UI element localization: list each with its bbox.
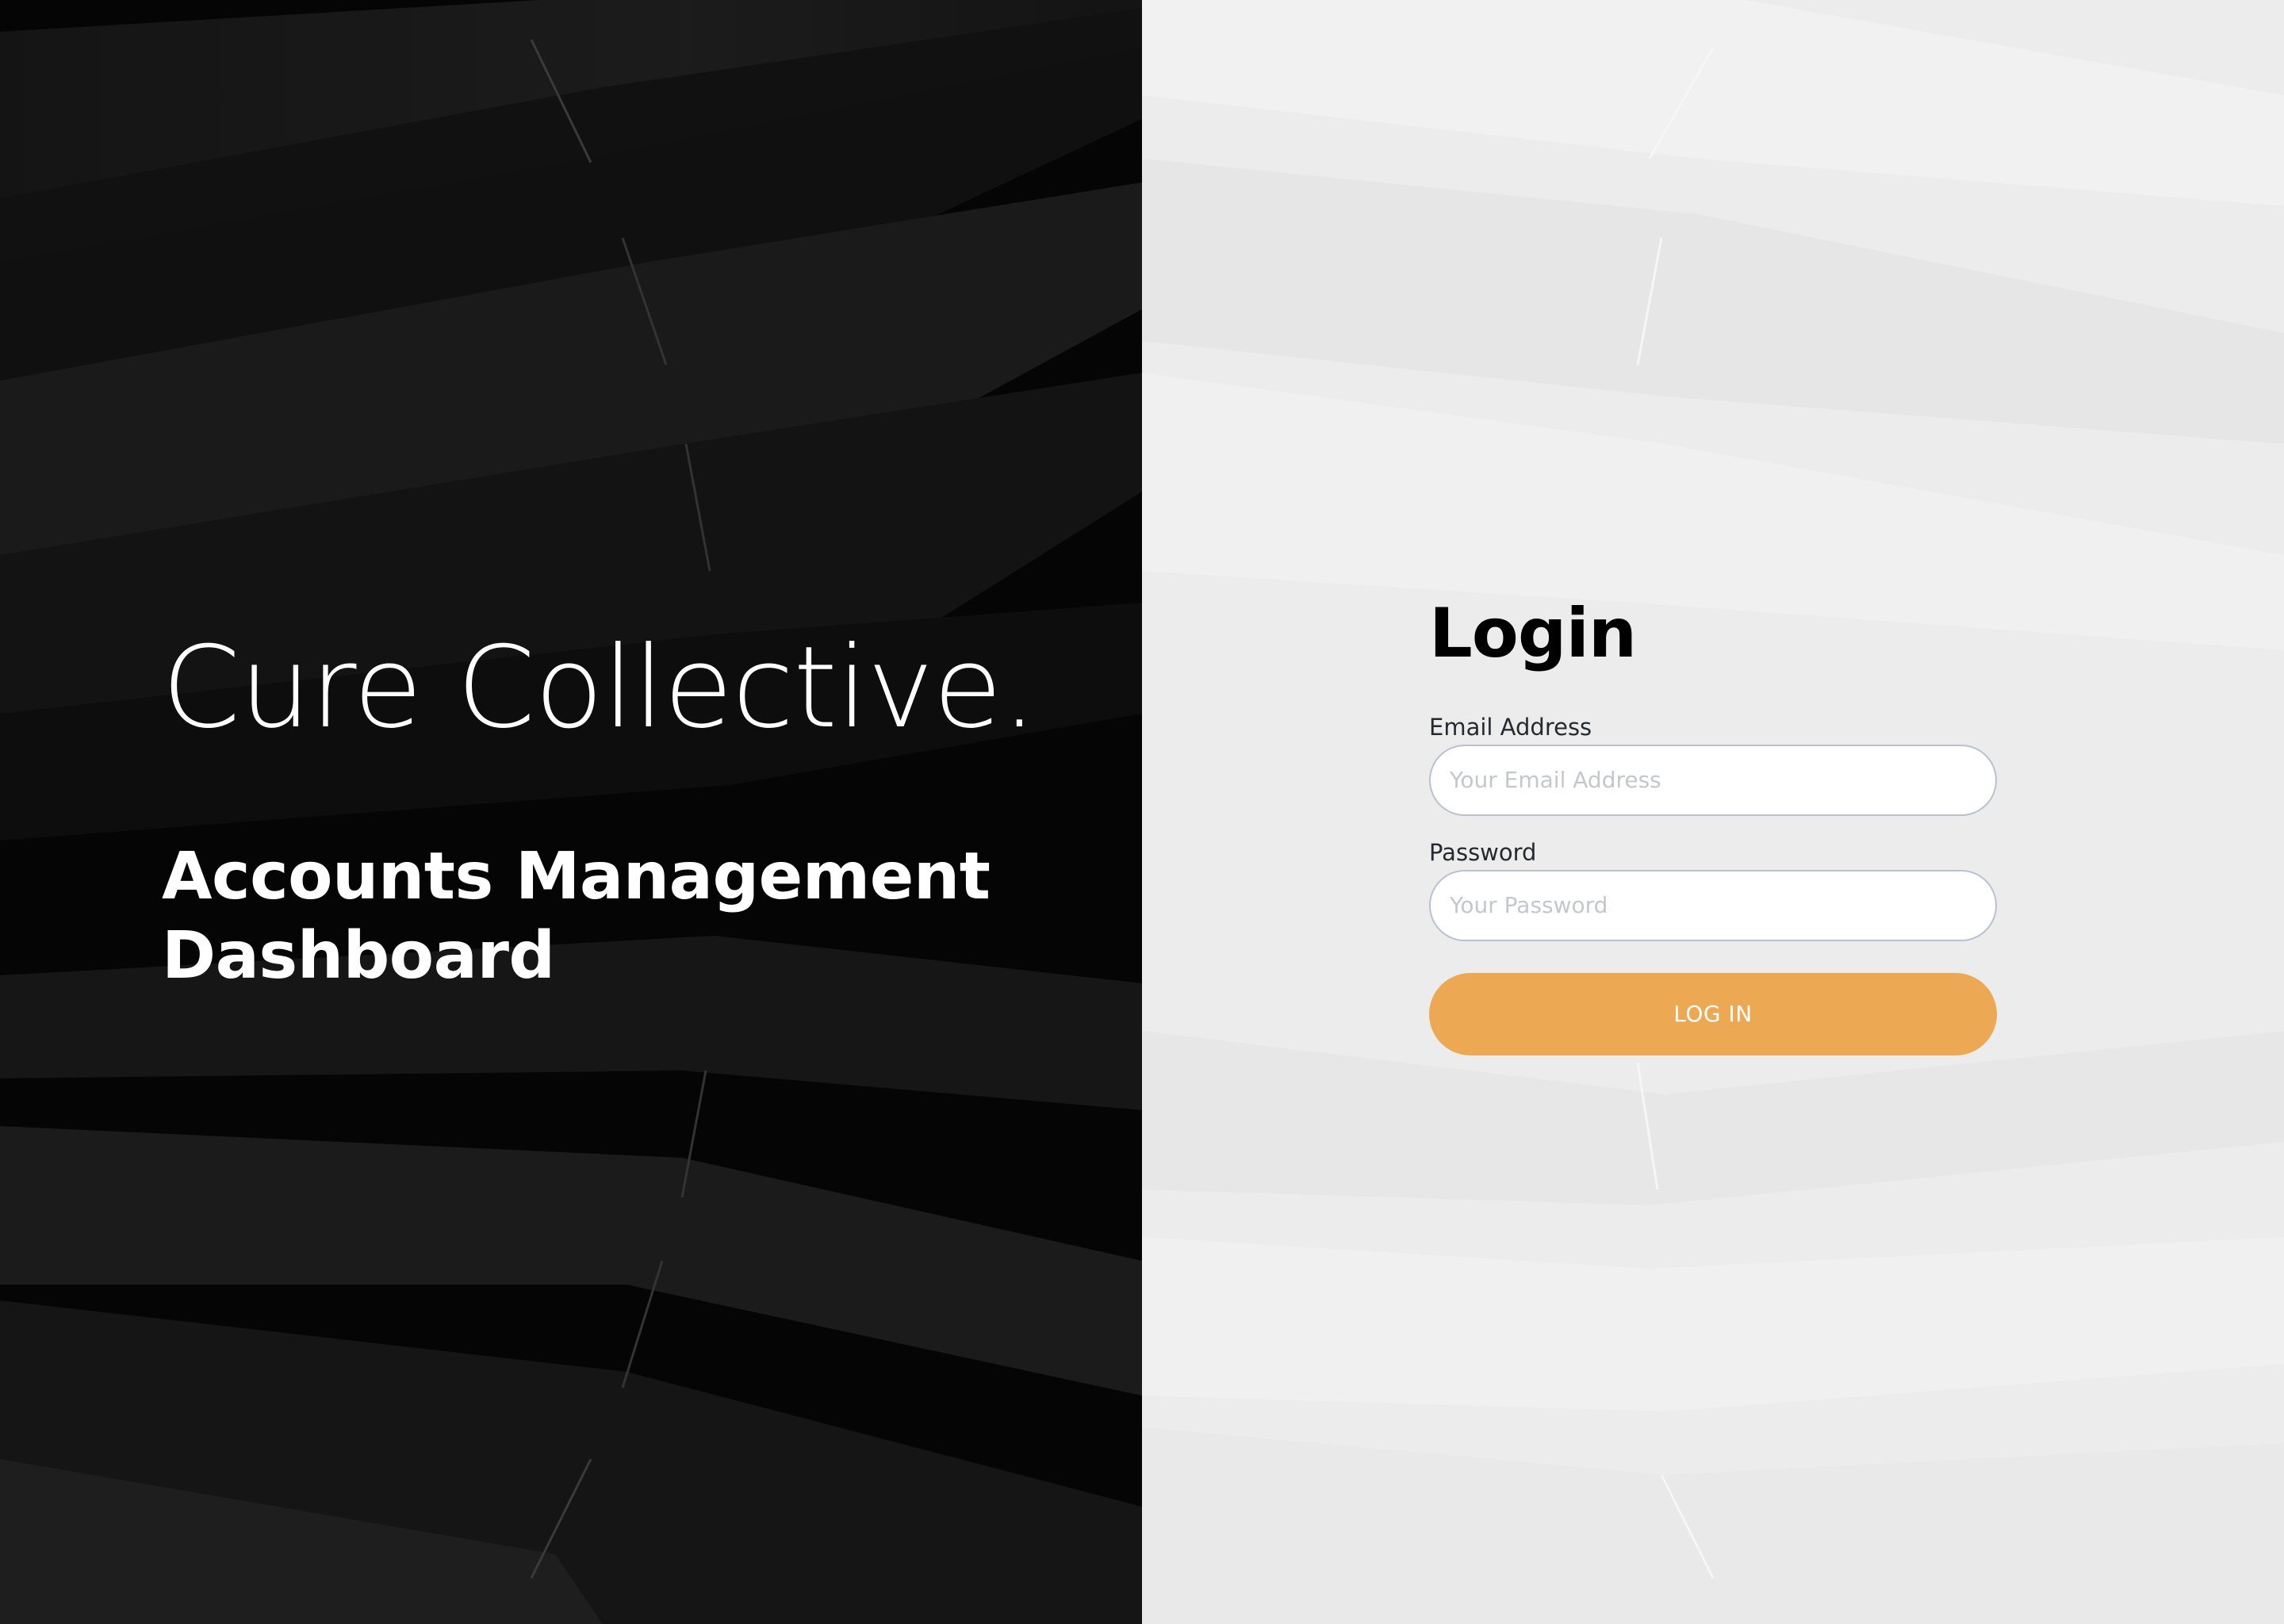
dashboard-subtitle: Accounts Management Dashboard xyxy=(162,839,991,994)
password-label: Password xyxy=(1429,838,1537,866)
brand-panel: Cure Collective. Accounts Management Das… xyxy=(0,0,1142,1624)
brand-name: Cure Collective. xyxy=(162,622,1037,753)
brand-content: Cure Collective. Accounts Management Das… xyxy=(162,626,1047,996)
login-form: Login Email Address Password LOG IN xyxy=(1429,596,1997,1055)
email-input[interactable] xyxy=(1429,744,1997,816)
login-button[interactable]: LOG IN xyxy=(1429,972,1997,1055)
email-label: Email Address xyxy=(1429,713,1592,741)
password-input[interactable] xyxy=(1429,869,1997,941)
login-page: Cure Collective. Accounts Management Das… xyxy=(0,0,2284,1624)
login-panel: Login Email Address Password LOG IN xyxy=(1142,0,2284,1624)
login-title: Login xyxy=(1429,594,1637,673)
